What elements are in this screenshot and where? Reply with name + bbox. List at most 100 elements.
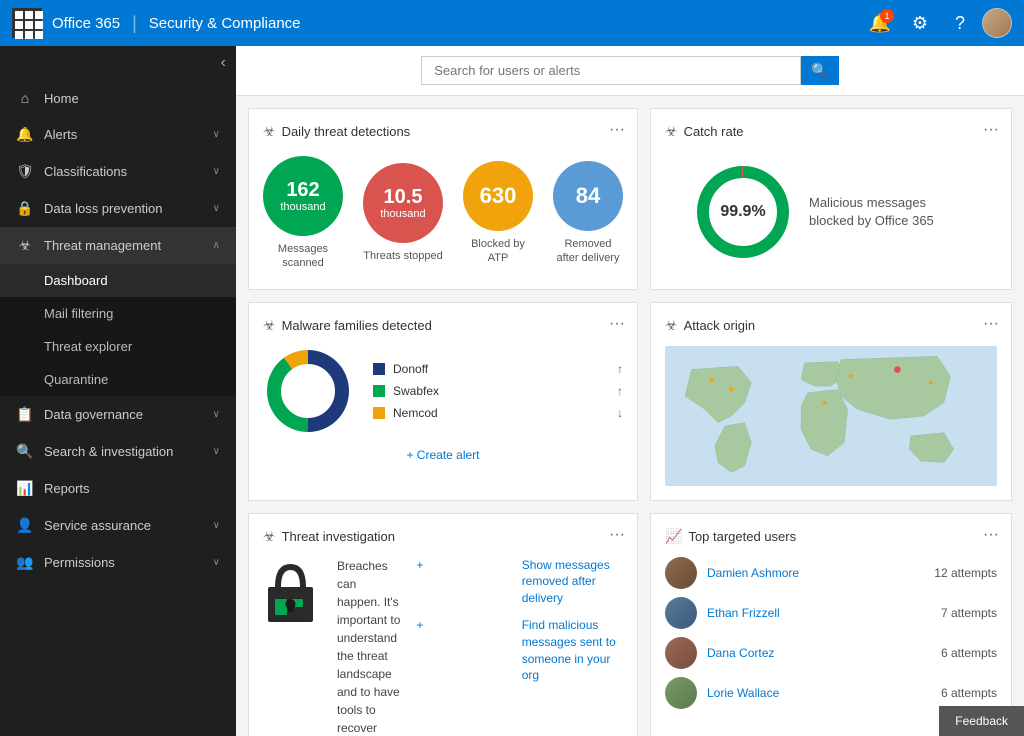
attack-origin-card: ☣ Attack origin ··· — [650, 302, 1012, 501]
top-users-header: 📈 Top targeted users — [665, 528, 997, 545]
stat-blocked-atp: 630 Blocked by ATP — [463, 161, 533, 266]
threat-link-1[interactable]: + Show messages removed after delivery — [416, 557, 623, 607]
top-users-menu[interactable]: ··· — [983, 526, 999, 544]
biohazard-icon: ☣ — [263, 123, 276, 140]
threats-stopped-label: Threats stopped — [363, 249, 443, 263]
sidebar-label-permissions: Permissions — [44, 555, 203, 570]
removed-delivery-label: Removed after delivery — [553, 237, 623, 266]
help-button[interactable]: ? — [942, 5, 978, 41]
world-map — [665, 346, 997, 486]
malware-inner: Donoff ↑ Swabfex ↑ Nemcod ↓ — [263, 346, 623, 436]
threat-investigation-card: ☣ Threat investigation ··· — [248, 513, 638, 736]
daily-threats-card: ☣ Daily threat detections ··· 162 thousa… — [248, 108, 638, 290]
sidebar-collapse-button[interactable]: ‹ — [221, 54, 226, 72]
search-input[interactable] — [421, 56, 801, 85]
user-attempts-2: 6 attempts — [941, 646, 997, 660]
office-title: Office 365 — [52, 15, 120, 32]
sidebar-item-classifications[interactable]: 🛡 Classifications ∨ — [0, 153, 236, 190]
sidebar-item-data-loss-prevention[interactable]: 🔒 Data loss prevention ∨ — [0, 190, 236, 227]
sidebar-label-alerts: Alerts — [44, 127, 203, 142]
sidebar-label-threat-management: Threat management — [44, 238, 203, 253]
dashboard: ☣ Daily threat detections ··· 162 thousa… — [236, 96, 1024, 736]
search-button[interactable]: 🔍 — [801, 56, 838, 85]
threat-link-1-label: Show messages removed after delivery — [522, 557, 623, 607]
classifications-icon: 🛡 — [16, 163, 34, 180]
sidebar-label-search: Search & investigation — [44, 444, 203, 459]
user-list: Damien Ashmore 12 attempts Ethan Frizzel… — [665, 557, 997, 709]
app-launcher-button[interactable] — [12, 8, 42, 38]
user-name-3[interactable]: Lorie Wallace — [707, 686, 931, 700]
sidebar-item-dashboard[interactable]: Dashboard — [0, 264, 236, 297]
create-alert-button[interactable]: + Create alert — [263, 448, 623, 462]
user-attempts-3: 6 attempts — [941, 686, 997, 700]
user-attempts-1: 7 attempts — [941, 606, 997, 620]
feedback-button[interactable]: Feedback — [939, 706, 1024, 736]
chevron-down-icon: ∨ — [213, 203, 220, 214]
blocked-atp-label: Blocked by ATP — [463, 237, 533, 266]
topbar: Office 365 | Security & Compliance 🔔 1 ⚙… — [0, 0, 1024, 46]
sidebar-item-threat-management[interactable]: ☣ Threat management ∧ — [0, 227, 236, 264]
blocked-atp-circle: 630 — [463, 161, 533, 231]
threat-investigation-menu[interactable]: ··· — [609, 526, 625, 544]
notifications-button[interactable]: 🔔 1 — [862, 5, 898, 41]
user-name-2[interactable]: Dana Cortez — [707, 646, 931, 660]
threat-link-2[interactable]: + Find malicious messages sent to someon… — [416, 617, 623, 684]
threat-investigation-links: + Show messages removed after delivery +… — [416, 557, 623, 685]
app-title: Security & Compliance — [149, 15, 301, 32]
sidebar-label-dlp: Data loss prevention — [44, 201, 203, 216]
user-avatar-1 — [665, 597, 697, 629]
donoff-dot — [373, 363, 385, 375]
sidebar-label-classifications: Classifications — [44, 164, 203, 179]
reports-icon: 📊 — [16, 480, 34, 497]
chevron-down-icon: ∨ — [213, 520, 220, 531]
sidebar-item-quarantine[interactable]: Quarantine — [0, 363, 236, 396]
user-avatar-2 — [665, 637, 697, 669]
user-name-0[interactable]: Damien Ashmore — [707, 566, 924, 580]
catch-rate-menu[interactable]: ··· — [983, 121, 999, 139]
messages-scanned-circle: 162 thousand — [263, 156, 343, 236]
catch-rate-header: ☣ Catch rate — [665, 123, 997, 140]
catch-rate-percentage: 99.9% — [720, 203, 765, 221]
data-governance-icon: 📋 — [16, 406, 34, 423]
user-name-1[interactable]: Ethan Frizzell — [707, 606, 931, 620]
sidebar-collapse: ‹ — [0, 46, 236, 80]
catch-rate-description: Malicious messages blocked by Office 365 — [809, 194, 969, 230]
malware-legend: Donoff ↑ Swabfex ↑ Nemcod ↓ — [373, 362, 623, 420]
biohazard-icon5: ☣ — [263, 528, 276, 545]
main-layout: ‹ ⌂ Home 🔔 Alerts ∨ 🛡 Classifications ∨ … — [0, 46, 1024, 736]
user-item-1: Ethan Frizzell 7 attempts — [665, 597, 997, 629]
malware-families-menu[interactable]: ··· — [609, 315, 625, 333]
messages-scanned-sub: thousand — [280, 201, 325, 213]
sidebar-item-home[interactable]: ⌂ Home — [0, 80, 236, 116]
threats-stopped-sub: thousand — [380, 208, 425, 220]
malware-families-header: ☣ Malware families detected — [263, 317, 623, 334]
stat-removed-delivery: 84 Removed after delivery — [553, 161, 623, 266]
threat-investigation-header: ☣ Threat investigation — [263, 528, 623, 545]
daily-threats-menu[interactable]: ··· — [609, 121, 625, 139]
chevron-down-icon: ∨ — [213, 446, 220, 457]
donoff-label: Donoff — [393, 362, 428, 376]
sidebar-item-data-governance[interactable]: 📋 Data governance ∨ — [0, 396, 236, 433]
lock-icon: 🔒 — [16, 200, 34, 217]
attack-origin-menu[interactable]: ··· — [983, 315, 999, 333]
settings-button[interactable]: ⚙ — [902, 5, 938, 41]
sidebar-item-threat-explorer[interactable]: Threat explorer — [0, 330, 236, 363]
sidebar-item-reports[interactable]: 📊 Reports — [0, 470, 236, 507]
removed-delivery-value: 84 — [576, 183, 600, 209]
sidebar-item-service-assurance[interactable]: 👤 Service assurance ∨ — [0, 507, 236, 544]
user-avatar-0 — [665, 557, 697, 589]
user-avatar[interactable] — [982, 8, 1012, 38]
catch-rate-donut: 99.9% — [693, 162, 793, 262]
sidebar-item-search-investigation[interactable]: 🔍 Search & investigation ∨ — [0, 433, 236, 470]
sidebar-item-permissions[interactable]: 👥 Permissions ∨ — [0, 544, 236, 581]
threat-investigation-title: Threat investigation — [282, 529, 395, 544]
sidebar-item-mail-filtering[interactable]: Mail filtering — [0, 297, 236, 330]
nemcod-dot — [373, 407, 385, 419]
daily-threats-title: Daily threat detections — [282, 124, 411, 139]
stat-threats-stopped: 10.5 thousand Threats stopped — [363, 163, 443, 263]
sidebar-item-alerts[interactable]: 🔔 Alerts ∨ — [0, 116, 236, 153]
chart-icon: 📈 — [665, 528, 682, 545]
swabfex-label: Swabfex — [393, 384, 439, 398]
biohazard-icon3: ☣ — [263, 317, 276, 334]
sidebar-label-reports: Reports — [44, 481, 220, 496]
